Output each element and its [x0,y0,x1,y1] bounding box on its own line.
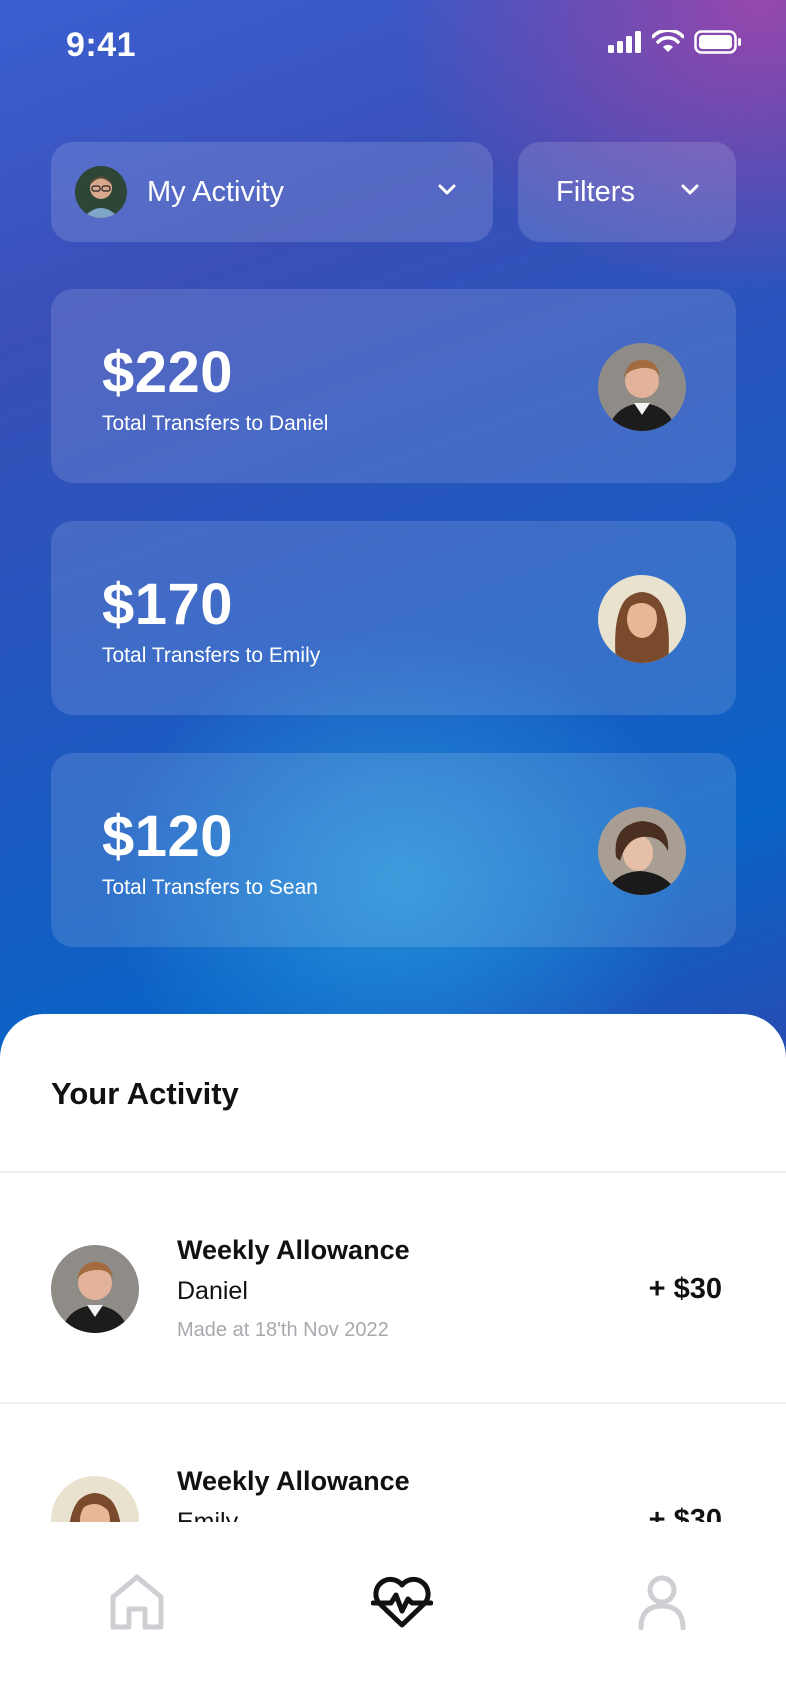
summary-amount: $220 [102,340,234,405]
summary-caption: Total Transfers to Sean [102,876,318,899]
status-bar: 9:41 [0,22,786,70]
summary-card-sean[interactable]: $120 Total Transfers to Sean [51,753,736,947]
item-amount: + $30 [648,1273,722,1305]
avatar-daniel [51,1245,139,1333]
tab-bar [0,1522,786,1700]
avatar-daniel [598,343,686,431]
status-icons [608,30,742,54]
tab-profile[interactable] [626,1566,698,1638]
summary-caption: Total Transfers to Daniel [102,412,329,435]
item-name: Daniel [177,1277,248,1305]
summary-card-emily[interactable]: $170 Total Transfers to Emily [51,521,736,715]
signal-icon [608,31,641,53]
home-icon [110,1574,164,1630]
user-avatar [75,166,127,218]
heart-pulse-icon [371,1576,433,1628]
item-title: Weekly Allowance [177,1235,410,1265]
list-item[interactable]: Weekly Allowance Daniel Made at 18'th No… [0,1173,786,1403]
chevron-down-icon [681,184,699,195]
avatar-emily [598,575,686,663]
avatar-emily [51,1476,139,1522]
item-name: Emily [177,1508,239,1522]
filters-button[interactable]: Filters [518,142,736,242]
summary-card-daniel[interactable]: $220 Total Transfers to Daniel [51,289,736,483]
profile-icon [638,1575,686,1630]
item-title: Weekly Allowance [177,1466,410,1496]
summary-amount: $170 [102,572,234,637]
battery-icon [694,30,741,54]
activity-selector[interactable]: My Activity [51,142,493,242]
summary-caption: Total Transfers to Emily [102,644,321,667]
activity-list: Weekly Allowance Daniel Made at 18'th No… [0,1014,786,1522]
status-time: 9:41 [66,26,137,64]
item-amount: + $30 [648,1504,722,1522]
chevron-down-icon [438,184,456,195]
tab-home[interactable] [101,1566,173,1638]
summary-amount: $120 [102,804,234,869]
activity-selector-label: My Activity [147,175,284,208]
filters-label: Filters [556,175,635,208]
item-date: Made at 18'th Nov 2022 [177,1319,389,1341]
tab-activity[interactable] [366,1566,438,1638]
wifi-icon [652,30,684,52]
list-item[interactable]: Weekly Allowance Emily + $30 [0,1404,786,1522]
avatar-sean [598,807,686,895]
